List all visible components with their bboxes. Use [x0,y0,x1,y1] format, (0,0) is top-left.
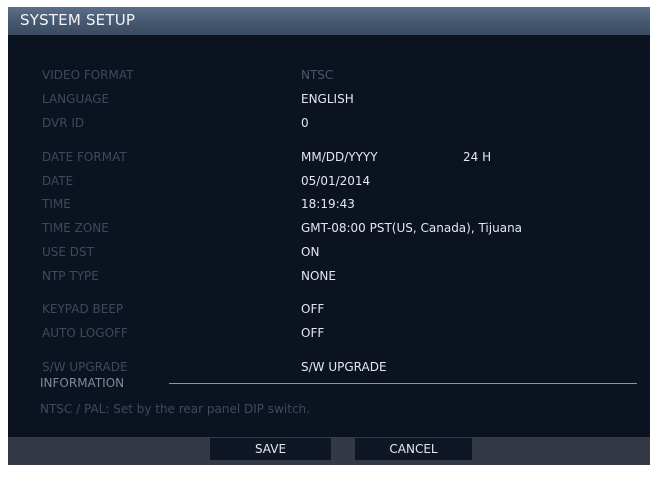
system-setup-dialog: SYSTEM SETUP VIDEO FORMAT NTSC LANGUAGE … [8,7,650,465]
ntp-type-label: NTP TYPE [42,269,99,283]
sw-upgrade-button[interactable]: S/W UPGRADE [301,360,387,374]
information-text: NTSC / PAL: Set by the rear panel DIP sw… [40,402,310,416]
save-button[interactable]: SAVE [210,438,331,460]
language-select[interactable]: ENGLISH [301,92,354,106]
video-format-row: VIDEO FORMAT NTSC [8,65,650,85]
date-row: DATE 05/01/2014 [8,171,650,191]
ntp-type-select[interactable]: NONE [301,269,336,283]
keypad-beep-select[interactable]: OFF [301,302,324,316]
time-row: TIME 18:19:43 [8,194,650,214]
time-zone-row: TIME ZONE GMT-08:00 PST(US, Canada), Tij… [8,218,650,238]
dvr-id-field[interactable]: 0 [301,116,309,130]
time-zone-label: TIME ZONE [42,221,109,235]
language-label: LANGUAGE [42,92,110,106]
time-label: TIME [42,197,71,211]
date-format-row: DATE FORMAT MM/DD/YYYY 24 H [8,147,650,167]
date-format-select[interactable]: MM/DD/YYYY [301,150,378,164]
video-format-label: VIDEO FORMAT [42,68,134,82]
cancel-button[interactable]: CANCEL [355,438,472,460]
video-format-value: NTSC [301,68,334,82]
information-heading: INFORMATION [40,376,125,390]
keypad-beep-row: KEYPAD BEEP OFF [8,299,650,319]
information-divider [169,383,637,384]
dvr-id-label: DVR ID [42,116,85,130]
date-field[interactable]: 05/01/2014 [301,174,370,188]
ntp-type-row: NTP TYPE NONE [8,266,650,286]
auto-logoff-label: AUTO LOGOFF [42,326,128,340]
sw-upgrade-label: S/W UPGRADE [42,360,128,374]
language-row: LANGUAGE ENGLISH [8,89,650,109]
sw-upgrade-row: S/W UPGRADE S/W UPGRADE [8,357,650,377]
auto-logoff-row: AUTO LOGOFF OFF [8,323,650,343]
time-field[interactable]: 18:19:43 [301,197,355,211]
use-dst-label: USE DST [42,245,94,259]
dvr-id-row: DVR ID 0 [8,113,650,133]
auto-logoff-select[interactable]: OFF [301,326,324,340]
date-format-label: DATE FORMAT [42,150,127,164]
date-label: DATE [42,174,74,188]
title-bar: SYSTEM SETUP [8,7,650,35]
settings-panel: VIDEO FORMAT NTSC LANGUAGE ENGLISH DVR I… [8,35,650,437]
time-format-select[interactable]: 24 H [463,150,491,164]
dialog-title: SYSTEM SETUP [20,11,136,29]
time-zone-select[interactable]: GMT-08:00 PST(US, Canada), Tijuana [301,221,522,235]
use-dst-select[interactable]: ON [301,245,319,259]
button-bar: SAVE CANCEL [8,437,650,465]
keypad-beep-label: KEYPAD BEEP [42,302,124,316]
use-dst-row: USE DST ON [8,242,650,262]
